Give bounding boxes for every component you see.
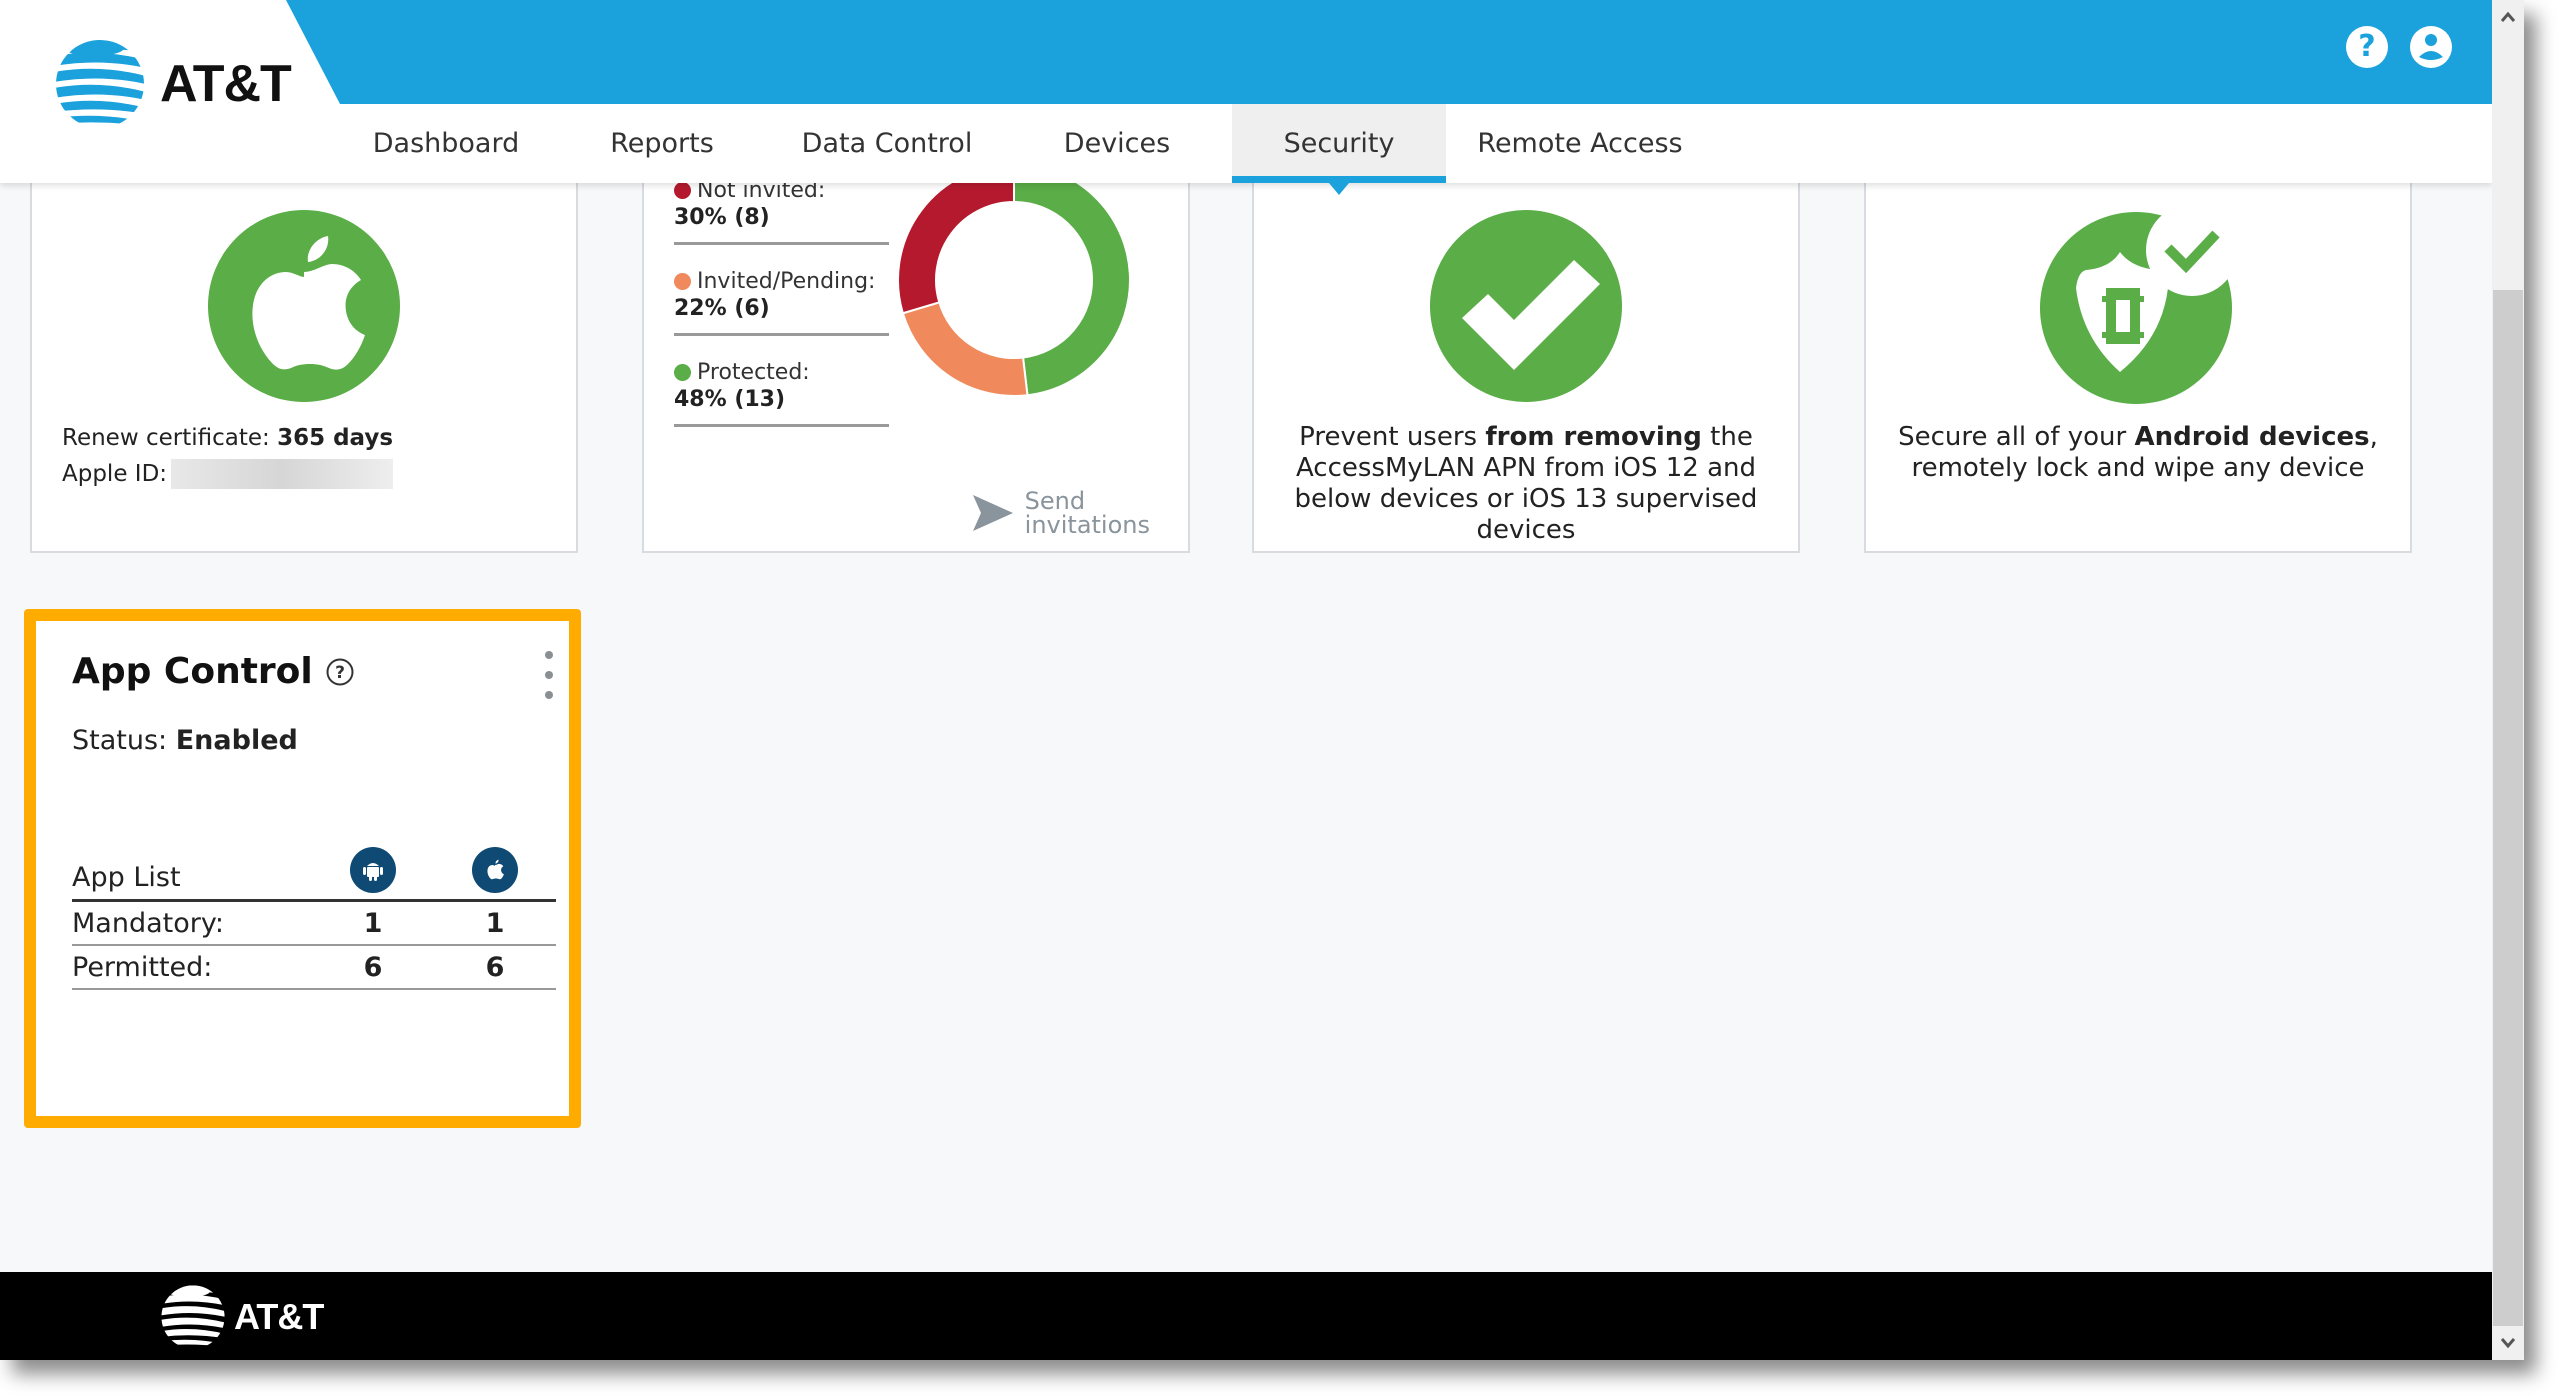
legend-dot [674,182,691,199]
permitted-android-count: 6 [312,945,434,990]
footer: AT&T [0,1272,2492,1360]
user-account-icon[interactable] [2410,26,2452,68]
tab-remote-access[interactable]: Remote Access [1446,104,1714,183]
renew-certificate: Renew certificate: 365 days [62,425,394,451]
att-globe-icon [161,1285,225,1349]
header-actions: ? [2346,26,2452,68]
main-nav: Dashboard Reports Data Control Devices S… [340,104,1714,195]
invitations-donut-chart [897,162,1131,397]
tab-data-control[interactable]: Data Control [772,104,1002,183]
tab-devices[interactable]: Devices [1002,104,1232,183]
table-row-mandatory: Mandatory: 1 1 [72,900,556,946]
send-invitations-button[interactable]: Send invitations [971,489,1150,537]
checkmark-icon [1430,210,1622,402]
tab-reports[interactable]: Reports [552,104,772,183]
slice-invited-pending[interactable] [901,301,1029,397]
status-value: Enabled [175,725,298,756]
apple-id-row: Apple ID: [62,458,394,490]
apple-id-redacted [171,459,394,489]
tab-security[interactable]: Security [1232,104,1446,195]
app-window: Renew certificate: 365 days Apple ID: No… [0,0,2524,1360]
header-blue-band [0,0,2492,104]
table-row-permitted: Permitted: 6 6 [72,945,556,990]
slice-protected[interactable] [1013,162,1131,397]
att-globe-icon [56,40,144,128]
shield-check-icon [2040,208,2238,404]
slice-not-invited[interactable] [897,162,1015,315]
apn-protection-card: Prevent users from removing the AccessMy… [1252,150,1800,553]
app-list-table: App List Mandatory: 1 1 Permitted: 6 6 [72,839,556,990]
app-control-status: Status: Enabled [72,725,298,756]
scrollbar-thumb[interactable] [2493,290,2523,1326]
apn-description: Prevent users from removing the AccessMy… [1294,422,1758,545]
vertical-scrollbar[interactable] [2492,0,2524,1360]
invitations-card: Not invited: 30% (8) Invited/Pending: 22… [642,150,1190,553]
android-icon [350,847,396,893]
table-header-row: App List [72,839,556,902]
scroll-up-icon[interactable] [2492,0,2524,34]
more-options-icon[interactable] [543,651,555,699]
donut-legend: Not invited: 30% (8) Invited/Pending: 22… [674,172,889,445]
send-arrow-icon [972,495,1013,531]
mandatory-apple-count: 1 [434,900,556,946]
help-circle-icon[interactable]: ? [325,657,355,687]
legend-dot [674,364,691,381]
renew-days-value: 365 days [277,425,394,451]
android-description: Secure all of your Android devices, remo… [1898,422,2378,483]
tab-dashboard[interactable]: Dashboard [340,104,552,183]
scroll-down-icon[interactable] [2492,1326,2524,1360]
help-icon[interactable]: ? [2346,26,2388,68]
legend-item-invited-pending: Invited/Pending: 22% (6) [674,263,889,336]
legend-dot [674,273,691,290]
top-header: AT&T ? Dashboard Reports Data Control De… [0,0,2492,195]
legend-item-protected: Protected: 48% (13) [674,354,889,427]
mandatory-android-count: 1 [312,900,434,946]
att-logo[interactable]: AT&T [54,38,292,130]
svg-text:?: ? [335,663,345,683]
app-control-title: App Control ? [72,651,355,692]
apple-certificate-card: Renew certificate: 365 days Apple ID: [30,150,578,553]
active-tab-pointer [1329,183,1349,195]
footer-att-logo: AT&T [160,1284,324,1350]
apple-icon [208,210,400,402]
apple-icon [472,847,518,893]
android-security-card: Secure all of your Android devices, remo… [1864,150,2412,553]
permitted-apple-count: 6 [434,945,556,990]
app-control-card[interactable]: App Control ? Status: Enabled App List M… [24,609,581,1128]
